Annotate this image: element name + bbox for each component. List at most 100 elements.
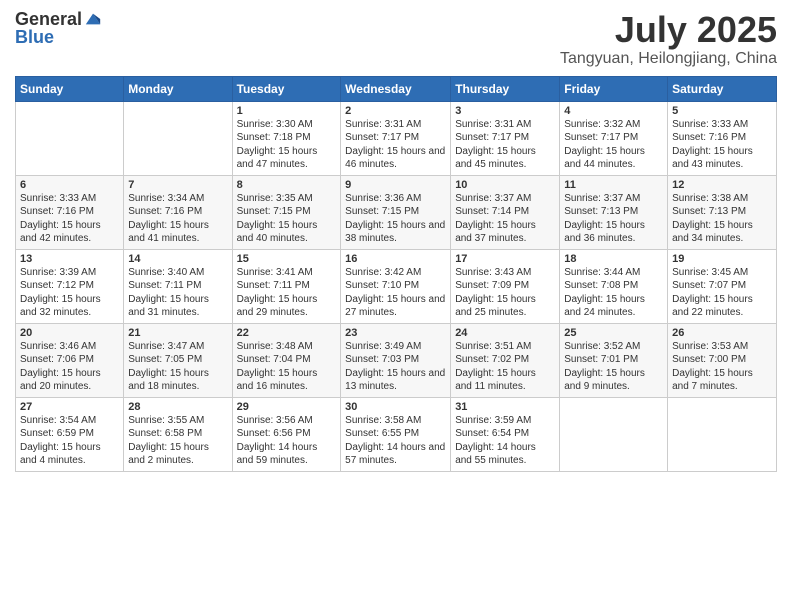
day-number: 29	[237, 401, 337, 413]
day-number: 16	[345, 253, 446, 265]
day-detail: Sunrise: 3:47 AM Sunset: 7:05 PM Dayligh…	[128, 340, 227, 394]
day-number: 28	[128, 401, 227, 413]
calendar-cell: 21Sunrise: 3:47 AM Sunset: 7:05 PM Dayli…	[124, 323, 232, 397]
calendar-cell: 6Sunrise: 3:33 AM Sunset: 7:16 PM Daylig…	[16, 175, 124, 249]
day-detail: Sunrise: 3:54 AM Sunset: 6:59 PM Dayligh…	[20, 414, 119, 468]
calendar-cell: 3Sunrise: 3:31 AM Sunset: 7:17 PM Daylig…	[451, 101, 560, 175]
logo: General Blue	[15, 10, 102, 46]
day-detail: Sunrise: 3:48 AM Sunset: 7:04 PM Dayligh…	[237, 340, 337, 394]
calendar-cell: 30Sunrise: 3:58 AM Sunset: 6:55 PM Dayli…	[341, 397, 451, 471]
calendar-cell: 10Sunrise: 3:37 AM Sunset: 7:14 PM Dayli…	[451, 175, 560, 249]
day-number: 11	[564, 179, 663, 191]
day-detail: Sunrise: 3:55 AM Sunset: 6:58 PM Dayligh…	[128, 414, 227, 468]
day-number: 23	[345, 327, 446, 339]
day-number: 10	[455, 179, 555, 191]
calendar-cell: 1Sunrise: 3:30 AM Sunset: 7:18 PM Daylig…	[232, 101, 341, 175]
calendar-cell	[560, 397, 668, 471]
calendar-header-tuesday: Tuesday	[232, 76, 341, 101]
calendar-week-2: 6Sunrise: 3:33 AM Sunset: 7:16 PM Daylig…	[16, 175, 777, 249]
day-number: 27	[20, 401, 119, 413]
calendar-cell: 4Sunrise: 3:32 AM Sunset: 7:17 PM Daylig…	[560, 101, 668, 175]
day-number: 4	[564, 105, 663, 117]
calendar-cell: 9Sunrise: 3:36 AM Sunset: 7:15 PM Daylig…	[341, 175, 451, 249]
day-number: 7	[128, 179, 227, 191]
day-detail: Sunrise: 3:53 AM Sunset: 7:00 PM Dayligh…	[672, 340, 772, 394]
calendar-header-wednesday: Wednesday	[341, 76, 451, 101]
calendar-week-4: 20Sunrise: 3:46 AM Sunset: 7:06 PM Dayli…	[16, 323, 777, 397]
header: General Blue July 2025 Tangyuan, Heilong…	[15, 10, 777, 68]
day-number: 22	[237, 327, 337, 339]
day-detail: Sunrise: 3:31 AM Sunset: 7:17 PM Dayligh…	[345, 118, 446, 172]
day-detail: Sunrise: 3:34 AM Sunset: 7:16 PM Dayligh…	[128, 192, 227, 246]
day-detail: Sunrise: 3:58 AM Sunset: 6:55 PM Dayligh…	[345, 414, 446, 468]
day-detail: Sunrise: 3:43 AM Sunset: 7:09 PM Dayligh…	[455, 266, 555, 320]
day-number: 1	[237, 105, 337, 117]
day-number: 8	[237, 179, 337, 191]
day-detail: Sunrise: 3:37 AM Sunset: 7:14 PM Dayligh…	[455, 192, 555, 246]
day-detail: Sunrise: 3:51 AM Sunset: 7:02 PM Dayligh…	[455, 340, 555, 394]
day-detail: Sunrise: 3:40 AM Sunset: 7:11 PM Dayligh…	[128, 266, 227, 320]
day-detail: Sunrise: 3:37 AM Sunset: 7:13 PM Dayligh…	[564, 192, 663, 246]
calendar-cell: 31Sunrise: 3:59 AM Sunset: 6:54 PM Dayli…	[451, 397, 560, 471]
day-number: 5	[672, 105, 772, 117]
calendar-cell: 22Sunrise: 3:48 AM Sunset: 7:04 PM Dayli…	[232, 323, 341, 397]
calendar-cell	[668, 397, 777, 471]
day-number: 9	[345, 179, 446, 191]
calendar-cell: 28Sunrise: 3:55 AM Sunset: 6:58 PM Dayli…	[124, 397, 232, 471]
day-detail: Sunrise: 3:56 AM Sunset: 6:56 PM Dayligh…	[237, 414, 337, 468]
calendar-cell: 7Sunrise: 3:34 AM Sunset: 7:16 PM Daylig…	[124, 175, 232, 249]
calendar-cell: 19Sunrise: 3:45 AM Sunset: 7:07 PM Dayli…	[668, 249, 777, 323]
page: General Blue July 2025 Tangyuan, Heilong…	[0, 0, 792, 612]
day-detail: Sunrise: 3:36 AM Sunset: 7:15 PM Dayligh…	[345, 192, 446, 246]
logo-icon	[84, 10, 102, 28]
day-detail: Sunrise: 3:38 AM Sunset: 7:13 PM Dayligh…	[672, 192, 772, 246]
main-title: July 2025	[560, 10, 777, 50]
logo-blue-text: Blue	[15, 28, 54, 46]
day-number: 15	[237, 253, 337, 265]
day-detail: Sunrise: 3:45 AM Sunset: 7:07 PM Dayligh…	[672, 266, 772, 320]
day-number: 2	[345, 105, 446, 117]
calendar-cell: 11Sunrise: 3:37 AM Sunset: 7:13 PM Dayli…	[560, 175, 668, 249]
calendar-cell: 23Sunrise: 3:49 AM Sunset: 7:03 PM Dayli…	[341, 323, 451, 397]
day-detail: Sunrise: 3:41 AM Sunset: 7:11 PM Dayligh…	[237, 266, 337, 320]
calendar-cell: 12Sunrise: 3:38 AM Sunset: 7:13 PM Dayli…	[668, 175, 777, 249]
day-detail: Sunrise: 3:31 AM Sunset: 7:17 PM Dayligh…	[455, 118, 555, 172]
calendar-cell: 13Sunrise: 3:39 AM Sunset: 7:12 PM Dayli…	[16, 249, 124, 323]
day-number: 19	[672, 253, 772, 265]
calendar-cell: 25Sunrise: 3:52 AM Sunset: 7:01 PM Dayli…	[560, 323, 668, 397]
calendar-table: SundayMondayTuesdayWednesdayThursdayFrid…	[15, 76, 777, 472]
day-number: 24	[455, 327, 555, 339]
calendar-header-row: SundayMondayTuesdayWednesdayThursdayFrid…	[16, 76, 777, 101]
calendar-header-friday: Friday	[560, 76, 668, 101]
day-detail: Sunrise: 3:59 AM Sunset: 6:54 PM Dayligh…	[455, 414, 555, 468]
day-number: 17	[455, 253, 555, 265]
calendar-header-monday: Monday	[124, 76, 232, 101]
calendar-header-thursday: Thursday	[451, 76, 560, 101]
calendar-week-5: 27Sunrise: 3:54 AM Sunset: 6:59 PM Dayli…	[16, 397, 777, 471]
day-detail: Sunrise: 3:33 AM Sunset: 7:16 PM Dayligh…	[20, 192, 119, 246]
calendar-week-1: 1Sunrise: 3:30 AM Sunset: 7:18 PM Daylig…	[16, 101, 777, 175]
calendar-cell: 14Sunrise: 3:40 AM Sunset: 7:11 PM Dayli…	[124, 249, 232, 323]
day-detail: Sunrise: 3:52 AM Sunset: 7:01 PM Dayligh…	[564, 340, 663, 394]
calendar-cell	[124, 101, 232, 175]
logo-general-text: General	[15, 10, 82, 28]
day-detail: Sunrise: 3:44 AM Sunset: 7:08 PM Dayligh…	[564, 266, 663, 320]
day-detail: Sunrise: 3:33 AM Sunset: 7:16 PM Dayligh…	[672, 118, 772, 172]
day-number: 18	[564, 253, 663, 265]
day-detail: Sunrise: 3:46 AM Sunset: 7:06 PM Dayligh…	[20, 340, 119, 394]
day-detail: Sunrise: 3:30 AM Sunset: 7:18 PM Dayligh…	[237, 118, 337, 172]
day-detail: Sunrise: 3:42 AM Sunset: 7:10 PM Dayligh…	[345, 266, 446, 320]
calendar-header-sunday: Sunday	[16, 76, 124, 101]
day-detail: Sunrise: 3:39 AM Sunset: 7:12 PM Dayligh…	[20, 266, 119, 320]
calendar-cell: 20Sunrise: 3:46 AM Sunset: 7:06 PM Dayli…	[16, 323, 124, 397]
day-number: 13	[20, 253, 119, 265]
calendar-header-saturday: Saturday	[668, 76, 777, 101]
calendar-cell: 18Sunrise: 3:44 AM Sunset: 7:08 PM Dayli…	[560, 249, 668, 323]
day-number: 12	[672, 179, 772, 191]
calendar-cell	[16, 101, 124, 175]
day-number: 3	[455, 105, 555, 117]
day-detail: Sunrise: 3:35 AM Sunset: 7:15 PM Dayligh…	[237, 192, 337, 246]
day-number: 21	[128, 327, 227, 339]
subtitle: Tangyuan, Heilongjiang, China	[560, 50, 777, 68]
day-number: 6	[20, 179, 119, 191]
